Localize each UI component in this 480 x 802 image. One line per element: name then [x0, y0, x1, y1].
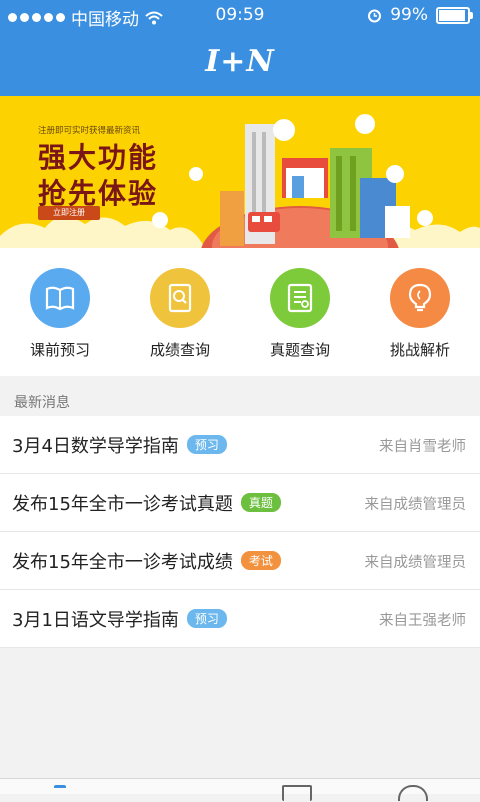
- shortcut-label: 课前预习: [29, 341, 90, 359]
- document-list-icon: [270, 268, 330, 328]
- news-source: 来自成绩管理员: [364, 555, 467, 571]
- news-item[interactable]: 3月4日数学导学指南 预习 来自肖雪老师: [0, 416, 480, 474]
- search-document-icon: [150, 268, 210, 328]
- news-list: 3月4日数学导学指南 预习 来自肖雪老师 发布15年全市一诊考试真题 真题 来自成绩…: [0, 416, 480, 648]
- status-bar: 中国移动 09:59 99%: [0, 0, 480, 30]
- news-section-header: 最新消息: [0, 386, 480, 416]
- battery-percent: 99%: [390, 5, 428, 25]
- news-title-row: 3月4日数学导学指南 预习: [12, 432, 227, 458]
- shortcut-label: 挑战解析: [389, 341, 450, 359]
- app-logo: I+N: [205, 44, 275, 79]
- promo-banner[interactable]: 注册即可实时获得最新资讯 强大功能 抢先体验 立即注册: [0, 96, 480, 248]
- shortcut-label: 真题查询: [269, 341, 330, 359]
- news-tag-badge: 真题: [240, 493, 281, 512]
- news-title: 3月4日数学导学指南: [12, 436, 179, 457]
- home-tab-icon[interactable]: [54, 785, 66, 802]
- status-right: 99%: [367, 5, 473, 25]
- banner-subtitle: 注册即可实时获得最新资讯: [38, 126, 141, 136]
- news-item[interactable]: 发布15年全市一诊考试成绩 考试 来自成绩管理员: [0, 532, 480, 590]
- news-title-row: 发布15年全市一诊考试真题 真题: [12, 490, 281, 516]
- news-source: 来自成绩管理员: [364, 497, 467, 513]
- battery-icon: [436, 6, 473, 24]
- news-title: 3月1日语文导学指南: [12, 610, 179, 631]
- news-item[interactable]: 发布15年全市一诊考试真题 真题 来自成绩管理员: [0, 474, 480, 532]
- shortcut-grid: 课前预习 成绩查询 真题查询 挑战解析: [0, 248, 480, 376]
- news-heading: 最新消息: [14, 395, 70, 411]
- book-icon: [30, 268, 90, 328]
- news-tag-badge: 考试: [240, 551, 281, 570]
- shortcut-label: 成绩查询: [149, 341, 210, 359]
- news-title: 发布15年全市一诊考试成绩: [12, 552, 233, 573]
- news-title-row: 发布15年全市一诊考试成绩 考试: [12, 548, 281, 574]
- news-tag-badge: 预习: [186, 609, 227, 628]
- alarm-icon: [368, 9, 382, 22]
- register-button[interactable]: 立即注册: [38, 206, 100, 220]
- list-tab-icon[interactable]: [282, 785, 312, 801]
- bottom-tab-bar: [0, 778, 480, 801]
- shortcut-challenge[interactable]: 挑战解析: [360, 248, 480, 376]
- news-tag-badge: 预习: [186, 435, 227, 454]
- news-title: 发布15年全市一诊考试真题: [12, 494, 233, 515]
- profile-tab-icon[interactable]: [398, 785, 428, 801]
- news-item[interactable]: 3月1日语文导学指南 预习 来自王强老师: [0, 590, 480, 648]
- shortcut-score-query[interactable]: 成绩查询: [120, 248, 240, 376]
- news-title-row: 3月1日语文导学指南 预习: [12, 606, 227, 632]
- shortcut-past-exams[interactable]: 真题查询: [240, 248, 360, 376]
- app-header: 中国移动 09:59 99% I+N: [0, 0, 480, 96]
- shortcut-preview[interactable]: 课前预习: [0, 248, 120, 376]
- news-source: 来自肖雪老师: [379, 439, 466, 455]
- news-source: 来自王强老师: [379, 613, 466, 629]
- lightbulb-icon: [390, 268, 450, 328]
- banner-headline-1: 强大功能: [38, 141, 159, 174]
